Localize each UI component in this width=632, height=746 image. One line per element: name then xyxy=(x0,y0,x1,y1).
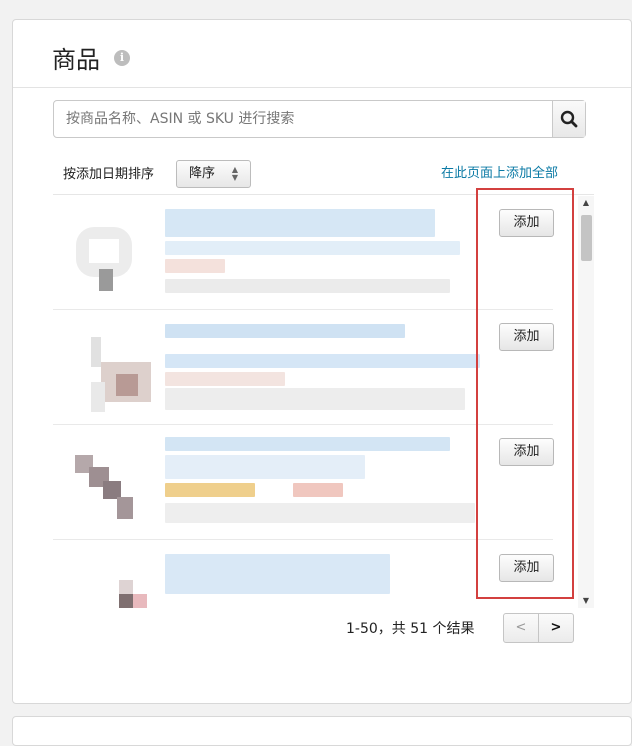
next-page-button[interactable]: > xyxy=(538,613,574,643)
sort-selected-value: 降序 xyxy=(189,166,216,181)
search-button[interactable] xyxy=(552,101,585,137)
pagination-summary: 1-50，共 51 个结果 xyxy=(346,621,475,637)
sort-order-select[interactable]: 降序 ▲ ▼ xyxy=(176,160,251,188)
page-title: 商品 xyxy=(52,46,100,74)
product-image xyxy=(61,437,151,527)
product-image xyxy=(61,322,151,412)
search-icon xyxy=(560,110,578,128)
sort-label: 按添加日期排序 xyxy=(63,167,155,182)
scroll-thumb[interactable] xyxy=(581,215,592,261)
search-bar xyxy=(53,100,586,138)
list-scrollbar[interactable]: ▲ ▼ xyxy=(578,196,594,608)
add-all-on-page-link[interactable]: 在此页面上添加全部 xyxy=(441,162,558,181)
sort-arrows-icon: ▲ ▼ xyxy=(231,165,238,182)
next-panel-edge xyxy=(12,716,632,746)
previous-page-button[interactable]: < xyxy=(503,613,539,643)
scroll-up-arrow-icon[interactable]: ▲ xyxy=(578,196,594,210)
add-buttons-highlight-box xyxy=(476,188,574,599)
product-image xyxy=(61,207,151,297)
product-image xyxy=(61,552,151,609)
scroll-down-arrow-icon[interactable]: ▼ xyxy=(578,594,594,608)
search-input[interactable] xyxy=(54,101,552,137)
panel-header: 商品 i xyxy=(13,20,631,88)
info-icon[interactable]: i xyxy=(114,50,130,66)
